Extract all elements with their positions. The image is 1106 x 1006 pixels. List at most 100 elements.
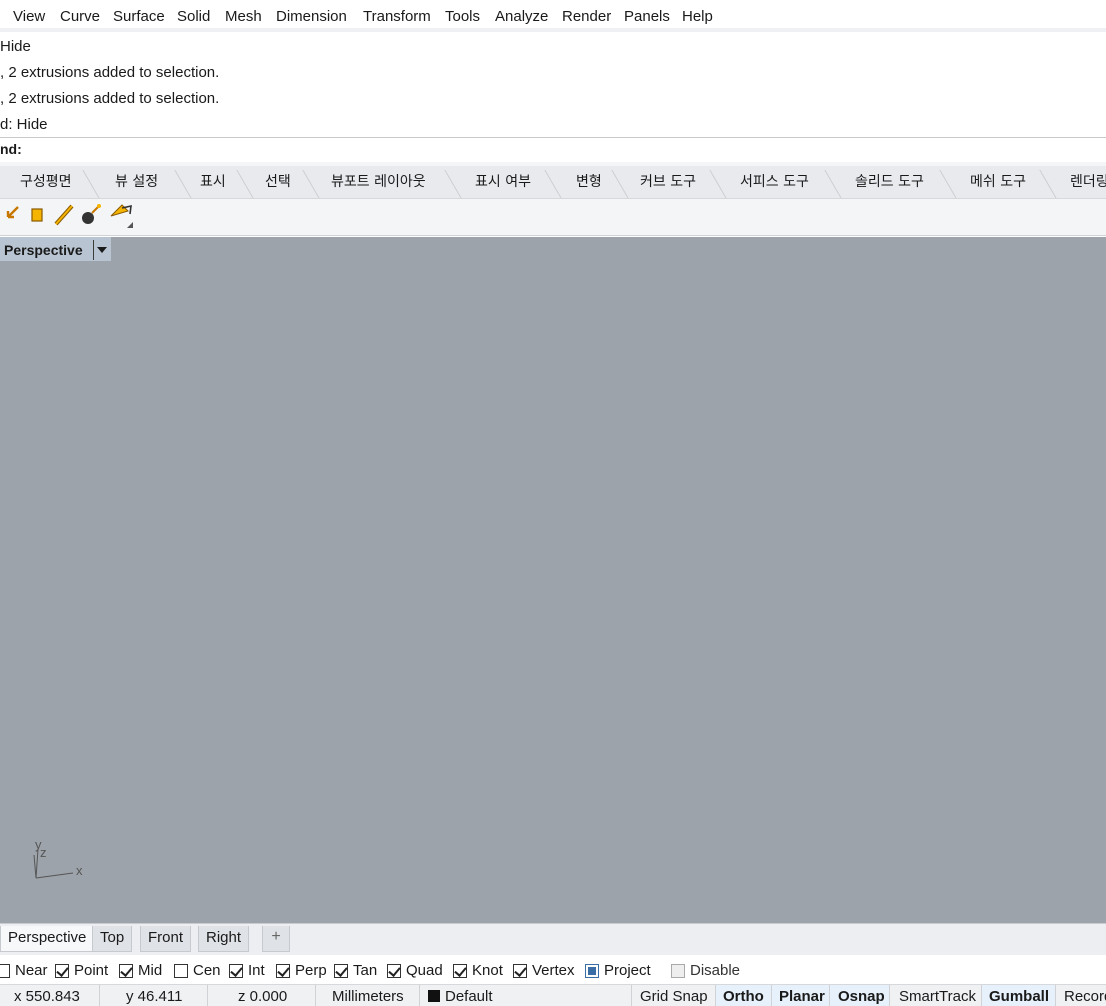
units-display[interactable]: Millimeters: [316, 985, 420, 1006]
box-icon[interactable]: [26, 202, 50, 228]
command-line[interactable]: nd:: [0, 137, 1106, 161]
osnap-label: Cen: [193, 962, 221, 979]
osnap-bar: Near Point Mid Cen Int Perp Tan Quad Kno…: [0, 955, 1106, 984]
osnap-perp[interactable]: Perp: [276, 962, 327, 979]
grid-snap-toggle[interactable]: Grid Snap: [632, 985, 716, 1006]
planar-toggle[interactable]: Planar: [772, 985, 830, 1006]
viewport-title-label: Perspective: [4, 242, 83, 258]
gumball-toggle[interactable]: Gumball: [982, 985, 1056, 1006]
axis-label-z: z: [40, 845, 47, 860]
checkbox[interactable]: [671, 963, 685, 978]
tab-select[interactable]: 선택: [265, 171, 291, 198]
bomb-icon[interactable]: [79, 202, 103, 228]
tab-viewport-layout[interactable]: 뷰포트 레이아웃: [331, 171, 426, 198]
layer-color-swatch: [428, 990, 440, 1002]
tab-divider: [229, 170, 255, 198]
osnap-label: Project: [604, 962, 651, 979]
checkbox[interactable]: [276, 963, 290, 978]
coord-z: z 0.000: [208, 985, 316, 1006]
tab-view-settings[interactable]: 뷰 설정: [115, 171, 158, 198]
osnap-label: Knot: [472, 962, 503, 979]
menu-transform[interactable]: Transform: [363, 8, 431, 25]
coord-x: x 550.843: [0, 985, 100, 1006]
checkbox[interactable]: [585, 963, 599, 978]
tab-transform[interactable]: 변형: [576, 171, 602, 198]
menu-surface[interactable]: Surface: [113, 8, 165, 25]
lamp-icon[interactable]: [108, 202, 136, 228]
z-axis-line: [33, 854, 37, 879]
menu-view[interactable]: View: [13, 8, 45, 25]
tab-divider: [817, 170, 843, 198]
osnap-disable[interactable]: Disable: [671, 962, 740, 979]
menu-dimension[interactable]: Dimension: [276, 8, 347, 25]
tab-cplanes[interactable]: 구성평면: [20, 171, 72, 198]
tab-rendering[interactable]: 렌더링: [1070, 171, 1106, 198]
menu-help[interactable]: Help: [682, 8, 713, 25]
axes-widget: y z x: [33, 837, 83, 879]
history-line: Hide: [0, 38, 31, 55]
tab-divider: [295, 170, 321, 198]
pencil-icon[interactable]: [52, 202, 76, 228]
tab-mesh-tools[interactable]: 메쉬 도구: [970, 171, 1026, 198]
smarttrack-toggle[interactable]: SmartTrack: [890, 985, 982, 1006]
checkbox[interactable]: [0, 963, 10, 978]
checkbox[interactable]: [119, 963, 133, 978]
pan-arrow-icon[interactable]: [2, 202, 26, 228]
command-prompt: nd:: [0, 141, 22, 157]
viewport-title[interactable]: Perspective: [0, 237, 111, 261]
tab-top[interactable]: Top: [92, 926, 133, 952]
history-line: , 2 extrusions added to selection.: [0, 64, 220, 81]
checkbox[interactable]: [174, 963, 188, 978]
tab-divider: [437, 170, 463, 198]
tab-solid-tools[interactable]: 솔리드 도구: [855, 171, 924, 198]
tab-divider: [604, 170, 630, 198]
osnap-int[interactable]: Int: [229, 962, 265, 979]
osnap-label: Vertex: [532, 962, 575, 979]
perspective-viewport[interactable]: Perspective y z x: [0, 237, 1106, 923]
osnap-mid[interactable]: Mid: [119, 962, 162, 979]
layer-display[interactable]: Default: [420, 985, 632, 1006]
checkbox[interactable]: [229, 963, 243, 978]
tab-curve-tools[interactable]: 커브 도구: [640, 171, 696, 198]
menu-tools[interactable]: Tools: [445, 8, 480, 25]
tab-divider: [702, 170, 728, 198]
tab-perspective[interactable]: Perspective: [0, 926, 95, 952]
menu-curve[interactable]: Curve: [60, 8, 100, 25]
chevron-down-icon[interactable]: [92, 240, 107, 260]
osnap-project[interactable]: Project: [585, 962, 651, 979]
ortho-toggle[interactable]: Ortho: [716, 985, 772, 1006]
tab-surface-tools[interactable]: 서피스 도구: [740, 171, 809, 198]
tab-front[interactable]: Front: [140, 926, 192, 952]
command-history: Hide , 2 extrusions added to selection. …: [0, 33, 1106, 137]
osnap-point[interactable]: Point: [55, 962, 108, 979]
menu-analyze[interactable]: Analyze: [495, 8, 548, 25]
tab-display[interactable]: 표시: [200, 171, 226, 198]
menu-bar: View Curve Surface Solid Mesh Dimension …: [0, 0, 1106, 32]
osnap-tan[interactable]: Tan: [334, 962, 377, 979]
checkbox[interactable]: [513, 963, 527, 978]
checkbox[interactable]: [334, 963, 348, 978]
osnap-vertex[interactable]: Vertex: [513, 962, 575, 979]
status-bar: x 550.843 y 46.411 z 0.000 Millimeters D…: [0, 984, 1106, 1006]
menu-panels[interactable]: Panels: [624, 8, 670, 25]
add-viewport-button[interactable]: +: [262, 926, 290, 952]
checkbox[interactable]: [387, 963, 401, 978]
icon-toolbar: [0, 199, 1106, 236]
checkbox[interactable]: [55, 963, 69, 978]
osnap-label: Perp: [295, 962, 327, 979]
menu-solid[interactable]: Solid: [177, 8, 210, 25]
record-history-toggle[interactable]: Record: [1056, 985, 1106, 1006]
osnap-label: Tan: [353, 962, 378, 979]
menu-render[interactable]: Render: [562, 8, 611, 25]
tab-visibility[interactable]: 표시 여부: [475, 171, 531, 198]
coord-y: y 46.411: [100, 985, 208, 1006]
checkbox[interactable]: [453, 963, 467, 978]
osnap-quad[interactable]: Quad: [387, 962, 443, 979]
osnap-cen[interactable]: Cen: [174, 962, 221, 979]
osnap-knot[interactable]: Knot: [453, 962, 503, 979]
osnap-near[interactable]: Near: [0, 962, 48, 979]
tab-right[interactable]: Right: [198, 926, 250, 952]
osnap-toggle[interactable]: Osnap: [830, 985, 890, 1006]
menu-mesh[interactable]: Mesh: [225, 8, 262, 25]
viewport-tab-bar: Perspective Top Front Right +: [0, 923, 1106, 955]
